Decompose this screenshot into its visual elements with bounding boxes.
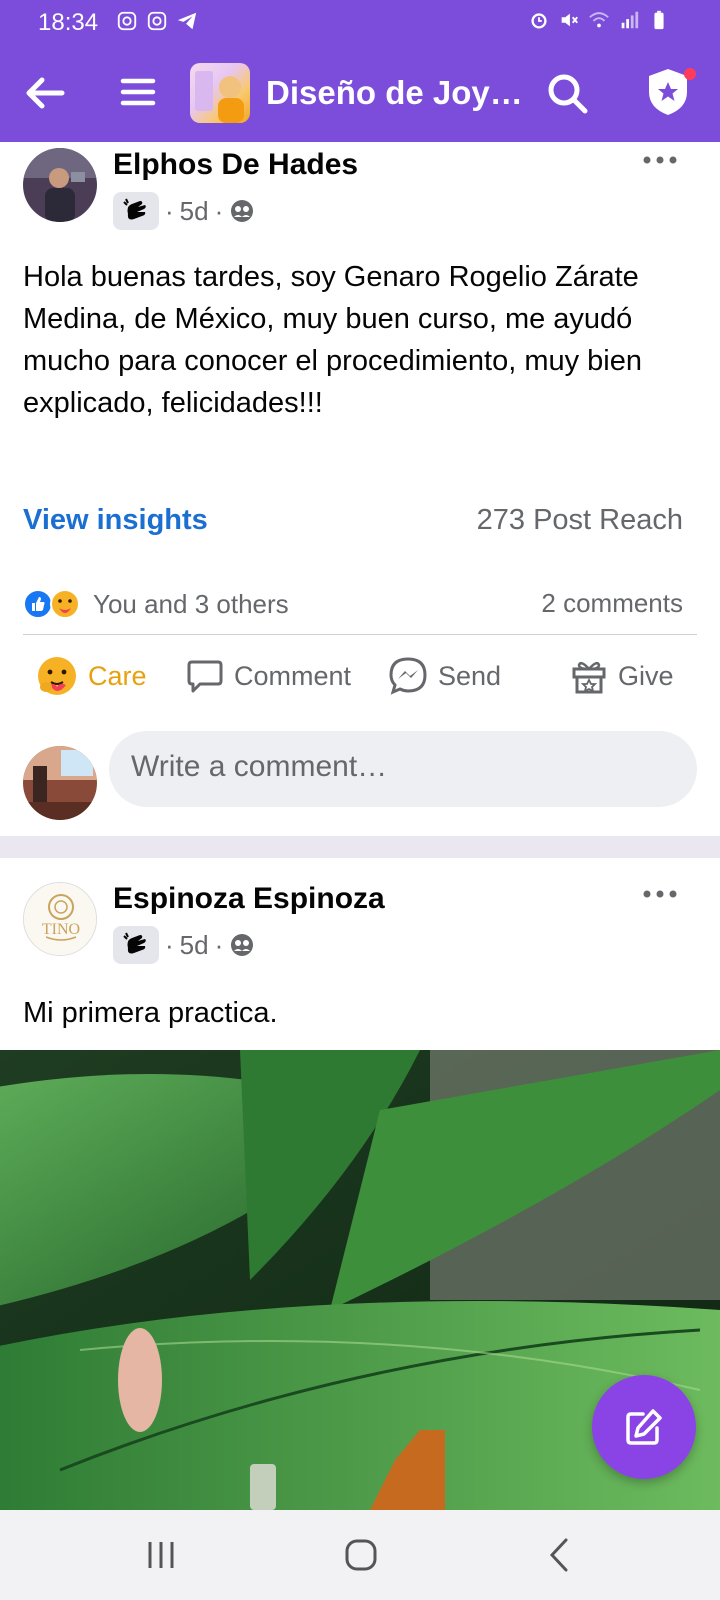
comment-input[interactable]: Write a comment… (109, 731, 697, 807)
care-label: Care (88, 660, 147, 691)
status-time: 18:34 (38, 9, 99, 36)
group-title[interactable]: Diseño de Joy… (266, 74, 526, 112)
telegram-icon (177, 12, 197, 30)
home-icon[interactable] (336, 1530, 386, 1580)
avatar-logo-text: TINO (41, 921, 81, 938)
send-label: Send (438, 660, 502, 691)
separator-dot: · (165, 195, 174, 226)
separator-dot: · (214, 195, 224, 226)
search-icon[interactable] (544, 70, 590, 116)
wifi-icon (589, 12, 609, 28)
instagram-icon (117, 11, 137, 31)
battery-icon (654, 10, 664, 30)
post-time[interactable]: 5d (180, 930, 209, 961)
alarm-icon (531, 13, 547, 29)
current-user-avatar[interactable] (23, 746, 97, 820)
edit-icon (626, 1409, 662, 1445)
post-actions: Care Comment Send Give (0, 646, 720, 706)
instagram-icon (147, 11, 167, 31)
comment-button[interactable]: Comment (186, 646, 351, 706)
care-emoji-icon (38, 657, 76, 695)
avatar[interactable] (23, 148, 97, 222)
care-reaction-icon (50, 589, 80, 619)
reactions-text: You and 3 others (93, 588, 289, 619)
group-thumbnail[interactable] (190, 63, 250, 123)
app-bar: Diseño de Joy… (0, 44, 720, 142)
post-card: Elphos De Hades · 5d · Hola buenas tarde… (0, 142, 720, 836)
reactions-summary[interactable]: You and 3 others (23, 588, 289, 620)
give-label: Give (618, 660, 674, 691)
menu-icon[interactable] (118, 72, 158, 112)
more-options-icon[interactable] (640, 150, 680, 170)
post-author[interactable]: Elphos De Hades (113, 148, 358, 182)
back-arrow-icon[interactable] (22, 70, 68, 116)
post-body: Hola buenas tardes, soy Genaro Rogelio Z… (23, 261, 642, 419)
wave-badge-icon (113, 192, 159, 230)
care-button[interactable]: Care (36, 646, 147, 706)
post-card: TINO Espinoza Espinoza · 5d · Mi primera… (0, 858, 720, 1050)
gift-icon (572, 661, 606, 694)
notification-dot (684, 68, 696, 80)
group-members-icon (231, 934, 254, 956)
comments-count[interactable]: 2 comments (541, 588, 683, 619)
comment-icon (187, 660, 223, 693)
recent-apps-icon[interactable] (136, 1530, 186, 1580)
status-right-icons (528, 9, 670, 31)
post-meta: · 5d · (113, 192, 255, 230)
group-members-icon (231, 200, 254, 222)
compose-post-button[interactable] (592, 1375, 696, 1479)
wave-badge-icon (113, 926, 159, 964)
signal-icon (621, 11, 639, 29)
reaction-icons (23, 588, 85, 620)
system-nav-bar (0, 1510, 720, 1600)
post-separator (0, 836, 720, 858)
post-body: Mi primera practica. (23, 997, 278, 1029)
status-bar: 18:34 (0, 0, 720, 44)
post-reach: 273 Post Reach (476, 504, 683, 536)
messenger-icon (389, 657, 427, 695)
mute-icon (561, 13, 578, 27)
post-meta: · 5d · (113, 926, 255, 964)
back-icon[interactable] (536, 1530, 586, 1580)
post-author[interactable]: Espinoza Espinoza (113, 882, 385, 916)
post-time[interactable]: 5d (180, 196, 209, 227)
avatar[interactable]: TINO (23, 882, 97, 956)
comment-label: Comment (234, 660, 352, 691)
give-button[interactable]: Give (570, 646, 674, 706)
view-insights-link[interactable]: View insights (23, 504, 208, 537)
more-options-icon[interactable] (640, 884, 680, 904)
status-left-icons (116, 10, 198, 32)
separator-dot: · (165, 929, 174, 960)
divider (23, 634, 697, 635)
separator-dot: · (214, 929, 224, 960)
send-button[interactable]: Send (388, 646, 501, 706)
